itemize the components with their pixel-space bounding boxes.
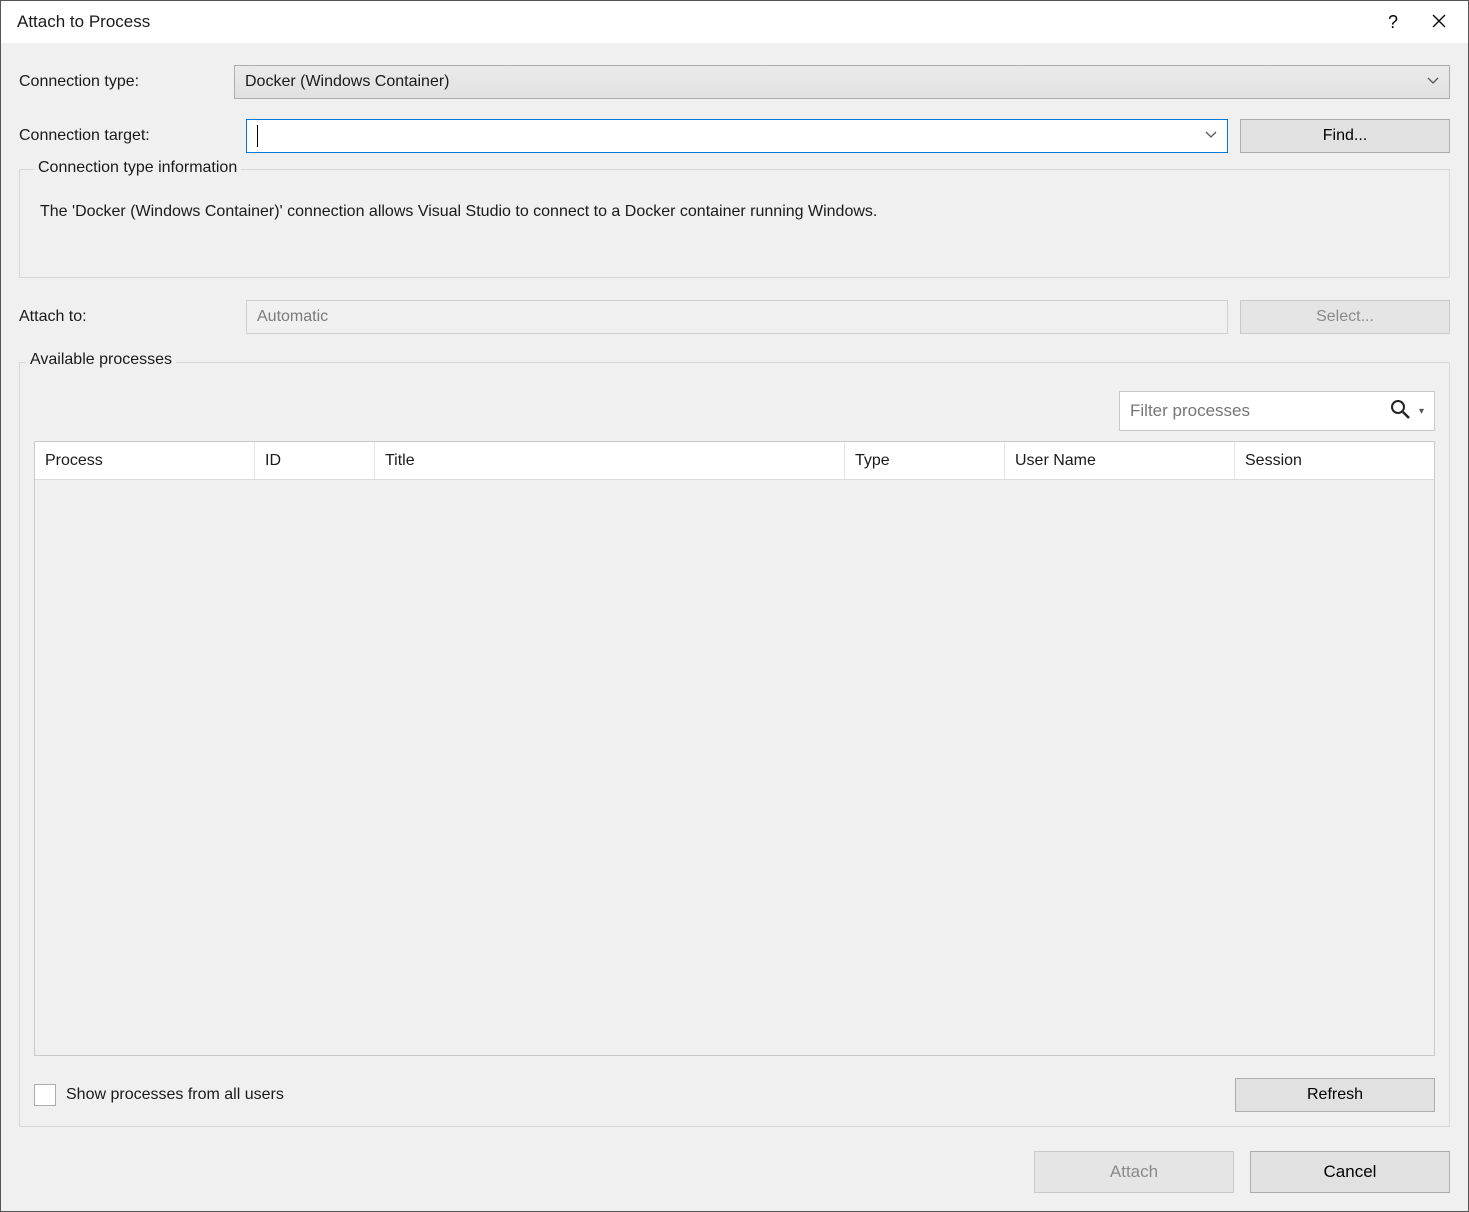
processes-footer-row: Show processes from all users Refresh bbox=[34, 1078, 1435, 1112]
search-icon bbox=[1389, 398, 1411, 425]
col-process[interactable]: Process bbox=[35, 442, 255, 479]
connection-type-combo[interactable]: Docker (Windows Container) bbox=[234, 65, 1450, 99]
show-all-users-checkbox[interactable] bbox=[34, 1084, 56, 1106]
attach-to-label: Attach to: bbox=[19, 308, 234, 326]
refresh-button-label: Refresh bbox=[1307, 1086, 1363, 1104]
dialog-title: Attach to Process bbox=[17, 12, 1370, 32]
select-button-label: Select... bbox=[1316, 308, 1374, 326]
connection-target-row: Connection target: Find... bbox=[19, 119, 1450, 153]
filter-row: Filter processes ▾ bbox=[34, 391, 1435, 431]
attach-button-label: Attach bbox=[1110, 1162, 1158, 1182]
attach-button: Attach bbox=[1034, 1151, 1234, 1193]
connection-target-label: Connection target: bbox=[19, 127, 234, 145]
attach-to-row: Attach to: Automatic Select... bbox=[19, 300, 1450, 334]
connection-target-wrap bbox=[246, 119, 1228, 153]
titlebar: Attach to Process ? bbox=[1, 1, 1468, 43]
find-button[interactable]: Find... bbox=[1240, 119, 1450, 153]
available-processes-group: Available processes Filter processes ▾ P… bbox=[19, 362, 1450, 1127]
cancel-button[interactable]: Cancel bbox=[1250, 1151, 1450, 1193]
col-user-name[interactable]: User Name bbox=[1005, 442, 1235, 479]
chevron-down-icon bbox=[1427, 76, 1439, 88]
connection-info-legend: Connection type information bbox=[34, 159, 241, 177]
attach-to-value: Automatic bbox=[246, 300, 1228, 334]
dialog-footer: Attach Cancel bbox=[19, 1127, 1450, 1193]
col-session[interactable]: Session bbox=[1235, 442, 1434, 479]
grid-body bbox=[35, 480, 1434, 1055]
col-title[interactable]: Title bbox=[375, 442, 845, 479]
chevron-down-icon bbox=[1205, 130, 1217, 142]
attach-to-value-text: Automatic bbox=[257, 308, 328, 326]
connection-type-row: Connection type: Docker (Windows Contain… bbox=[19, 65, 1450, 99]
process-grid[interactable]: Process ID Title Type User Name Session bbox=[34, 441, 1435, 1056]
connection-info-group: Connection type information The 'Docker … bbox=[19, 169, 1450, 278]
col-id[interactable]: ID bbox=[255, 442, 375, 479]
available-processes-legend: Available processes bbox=[26, 351, 176, 369]
select-button: Select... bbox=[1240, 300, 1450, 334]
chevron-down-icon: ▾ bbox=[1419, 406, 1424, 417]
dialog-content: Connection type: Docker (Windows Contain… bbox=[1, 43, 1468, 1211]
connection-info-text: The 'Docker (Windows Container)' connect… bbox=[34, 203, 1435, 221]
show-all-users-label: Show processes from all users bbox=[66, 1086, 284, 1104]
attach-to-process-dialog: Attach to Process ? Connection type: Doc… bbox=[0, 0, 1469, 1212]
close-button[interactable] bbox=[1416, 1, 1462, 43]
col-type[interactable]: Type bbox=[845, 442, 1005, 479]
connection-type-label: Connection type: bbox=[19, 73, 234, 91]
connection-type-value: Docker (Windows Container) bbox=[245, 73, 450, 91]
grid-header: Process ID Title Type User Name Session bbox=[35, 442, 1434, 480]
filter-processes-input[interactable]: Filter processes ▾ bbox=[1119, 391, 1435, 431]
refresh-button[interactable]: Refresh bbox=[1235, 1078, 1435, 1112]
close-icon bbox=[1432, 12, 1446, 33]
filter-placeholder: Filter processes bbox=[1130, 401, 1250, 421]
text-caret bbox=[257, 125, 258, 147]
find-button-label: Find... bbox=[1323, 127, 1367, 145]
help-icon: ? bbox=[1388, 12, 1398, 33]
cancel-button-label: Cancel bbox=[1324, 1162, 1377, 1182]
help-button[interactable]: ? bbox=[1370, 1, 1416, 43]
connection-target-input[interactable] bbox=[246, 119, 1228, 153]
